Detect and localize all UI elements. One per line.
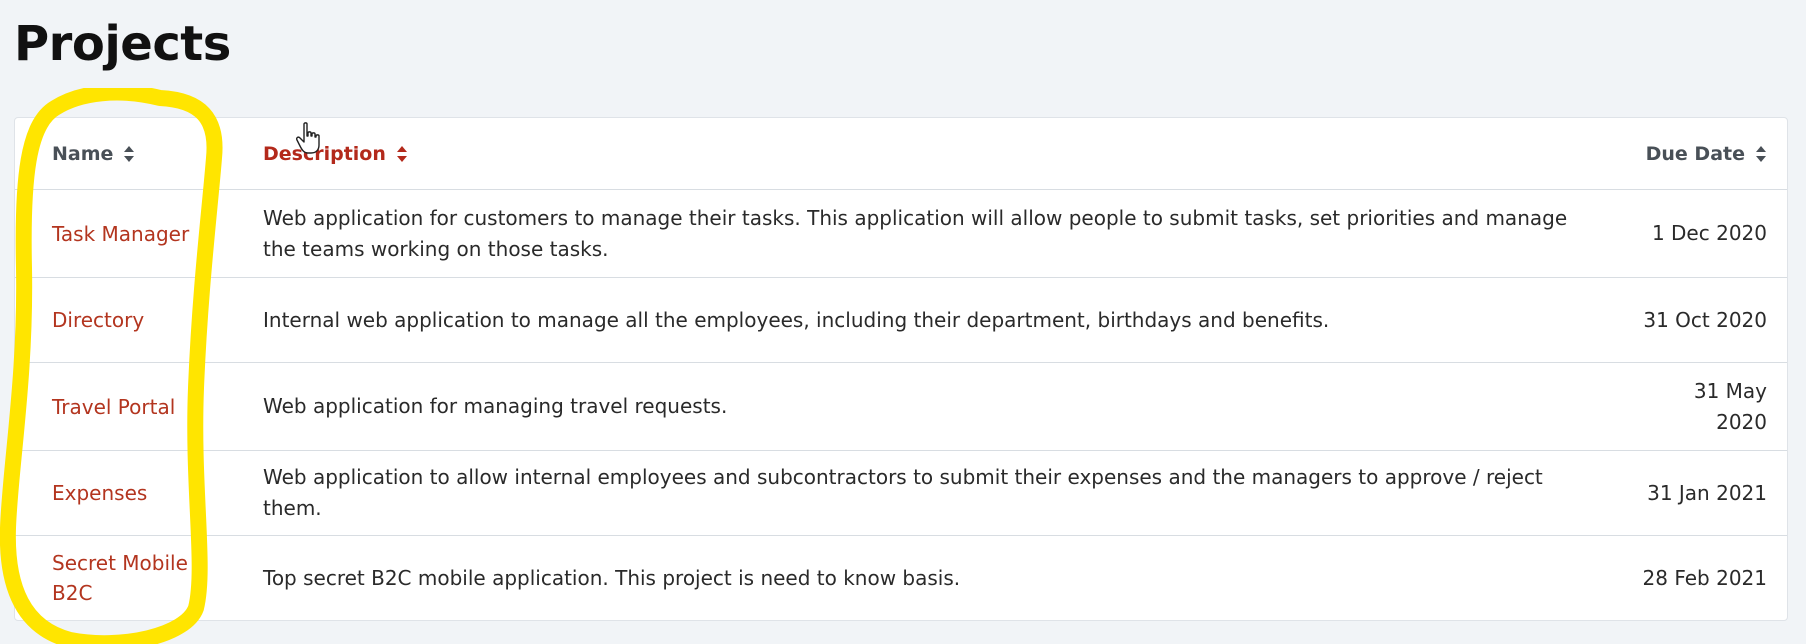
project-due-date: 31 Oct 2020: [1643, 307, 1767, 332]
project-link[interactable]: Expenses: [52, 478, 147, 508]
sort-updown-icon: [124, 145, 135, 162]
sort-updown-icon: [1756, 145, 1766, 162]
header-description-label: Description: [263, 142, 386, 165]
projects-table: Name Description Due Date Task Manager W…: [14, 117, 1788, 621]
header-name-label: Name: [52, 142, 114, 165]
project-due-date: 31 May 2020: [1693, 378, 1767, 434]
project-description: Web application to allow internal employ…: [263, 465, 1543, 520]
project-due-date: 31 Jan 2021: [1647, 480, 1767, 505]
table-row: Directory Internal web application to ma…: [15, 278, 1787, 363]
sort-by-description-button[interactable]: Description: [263, 143, 408, 165]
table-row: Travel Portal Web application for managi…: [15, 363, 1787, 451]
table-row: Secret Mobile B2C Top secret B2C mobile …: [15, 536, 1787, 620]
sort-updown-icon: [396, 145, 407, 162]
project-due-date: 28 Feb 2021: [1642, 565, 1767, 590]
page-title: Projects: [14, 16, 231, 72]
project-description: Web application for customers to manage …: [263, 205, 1568, 261]
header-description-cell: Description: [263, 118, 1603, 189]
sort-by-name-button[interactable]: Name: [52, 143, 135, 165]
table-header-row: Name Description Due Date: [15, 118, 1787, 190]
project-link[interactable]: Secret Mobile B2C: [52, 548, 202, 608]
header-due-date-label: Due Date: [1645, 142, 1745, 165]
header-name-cell: Name: [52, 118, 222, 189]
project-due-date: 1 Dec 2020: [1651, 221, 1767, 245]
project-link[interactable]: Travel Portal: [52, 392, 175, 422]
project-link[interactable]: Task Manager: [52, 219, 189, 249]
table-row: Expenses Web application to allow intern…: [15, 451, 1787, 536]
project-description: Web application for managing travel requ…: [263, 394, 728, 418]
project-description: Top secret B2C mobile application. This …: [263, 565, 961, 590]
table-row: Task Manager Web application for custome…: [15, 190, 1787, 278]
sort-by-due-date-button[interactable]: Due Date: [1646, 143, 1767, 165]
project-link[interactable]: Directory: [52, 305, 144, 335]
project-description: Internal web application to manage all t…: [263, 307, 1330, 332]
header-due-date-cell: Due Date: [1615, 118, 1767, 189]
